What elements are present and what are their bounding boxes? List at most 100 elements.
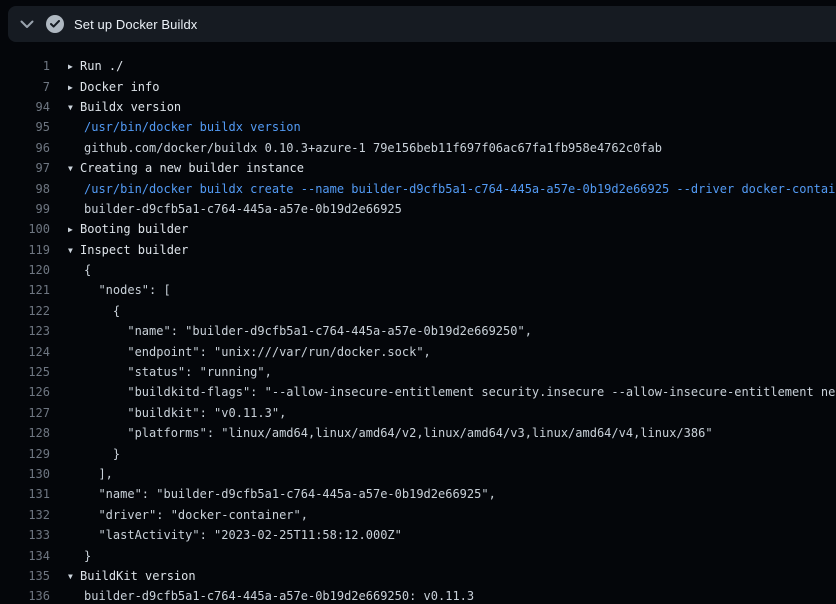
- log-line: 96 github.com/docker/buildx 0.10.3+azure…: [0, 138, 836, 158]
- group-expanded-arrow-icon: ▼: [68, 103, 80, 112]
- log-line-text: }: [68, 549, 91, 563]
- log-line: 95 /usr/bin/docker buildx version: [0, 117, 836, 137]
- log-line-content: "lastActivity": "2023-02-25T11:58:12.000…: [50, 528, 836, 542]
- log-line-text: github.com/docker/buildx 0.10.3+azure-1 …: [68, 141, 662, 155]
- log-line-number[interactable]: 130: [0, 467, 50, 481]
- log-line-number[interactable]: 129: [0, 447, 50, 461]
- log-line-text: "name": "builder-d9cfb5a1-c764-445a-a57e…: [68, 324, 532, 338]
- log-line-text: Inspect builder: [80, 243, 188, 257]
- log-line-number[interactable]: 94: [0, 100, 50, 114]
- log-line-number[interactable]: 119: [0, 243, 50, 257]
- log-line-number[interactable]: 98: [0, 182, 50, 196]
- log-line: 121 "nodes": [: [0, 280, 836, 300]
- log-line-number[interactable]: 124: [0, 345, 50, 359]
- group-expanded-arrow-icon: ▼: [68, 572, 80, 581]
- log-line-text: {: [68, 263, 91, 277]
- log-line-text: Docker info: [80, 80, 159, 94]
- log-line: 127 "buildkit": "v0.11.3",: [0, 403, 836, 423]
- log-line: 123 "name": "builder-d9cfb5a1-c764-445a-…: [0, 321, 836, 341]
- log-line-content: "buildkitd-flags": "--allow-insecure-ent…: [50, 385, 836, 399]
- log-line: 120 {: [0, 260, 836, 280]
- log-line: 129 }: [0, 443, 836, 463]
- log-line-content: github.com/docker/buildx 0.10.3+azure-1 …: [50, 141, 836, 155]
- log-line-content: }: [50, 549, 836, 563]
- group-expanded-arrow-icon: ▼: [68, 164, 80, 173]
- log-line-text: "platforms": "linux/amd64,linux/amd64/v2…: [68, 426, 713, 440]
- log-line: 94 ▼Buildx version: [0, 97, 836, 117]
- log-line: 135 ▼BuildKit version: [0, 566, 836, 586]
- log-line-number[interactable]: 134: [0, 549, 50, 563]
- log-line-text: {: [68, 304, 120, 318]
- log-line-content: /usr/bin/docker buildx version: [50, 120, 836, 134]
- log-group-toggle[interactable]: ▶Booting builder: [50, 222, 836, 236]
- log-line: 131 "name": "builder-d9cfb5a1-c764-445a-…: [0, 484, 836, 504]
- log-line-number[interactable]: 120: [0, 263, 50, 277]
- log-line-content: builder-d9cfb5a1-c764-445a-a57e-0b19d2e6…: [50, 202, 836, 216]
- log-line-content: "status": "running",: [50, 365, 836, 379]
- log-line-number[interactable]: 127: [0, 406, 50, 420]
- log-line-content: {: [50, 304, 836, 318]
- log-line: 136 builder-d9cfb5a1-c764-445a-a57e-0b19…: [0, 586, 836, 604]
- log-line-number[interactable]: 136: [0, 589, 50, 603]
- log-line-number[interactable]: 131: [0, 487, 50, 501]
- log-line-number[interactable]: 121: [0, 283, 50, 297]
- log-line-text: "driver": "docker-container",: [68, 508, 308, 522]
- log-line-number[interactable]: 7: [0, 80, 50, 94]
- log-line-number[interactable]: 95: [0, 120, 50, 134]
- log-line-text: builder-d9cfb5a1-c764-445a-a57e-0b19d2e6…: [68, 202, 402, 216]
- log-line-text: "status": "running",: [68, 365, 272, 379]
- log-line-number[interactable]: 122: [0, 304, 50, 318]
- log-line-text: Buildx version: [80, 100, 181, 114]
- log-line-number[interactable]: 126: [0, 385, 50, 399]
- log-line-text: builder-d9cfb5a1-c764-445a-a57e-0b19d2e6…: [68, 589, 474, 603]
- log-line-text: /usr/bin/docker buildx create --name bui…: [68, 182, 836, 196]
- group-expanded-arrow-icon: ▼: [68, 246, 80, 255]
- step-title: Set up Docker Buildx: [74, 17, 197, 32]
- log-line: 132 "driver": "docker-container",: [0, 505, 836, 525]
- log-line: 100 ▶Booting builder: [0, 219, 836, 239]
- log-line-content: }: [50, 447, 836, 461]
- log-line-number[interactable]: 125: [0, 365, 50, 379]
- log-line: 97 ▼Creating a new builder instance: [0, 158, 836, 178]
- step-header[interactable]: Set up Docker Buildx: [8, 6, 836, 42]
- log-group-toggle[interactable]: ▶Run ./: [50, 59, 836, 73]
- log-line-content: "platforms": "linux/amd64,linux/amd64/v2…: [50, 426, 836, 440]
- log-line-text: "lastActivity": "2023-02-25T11:58:12.000…: [68, 528, 402, 542]
- log-line-number[interactable]: 123: [0, 324, 50, 338]
- log-line-number[interactable]: 96: [0, 141, 50, 155]
- log-line-content: {: [50, 263, 836, 277]
- log-line-content: "nodes": [: [50, 283, 836, 297]
- log-line: 1 ▶Run ./: [0, 56, 836, 76]
- log-line-content: "buildkit": "v0.11.3",: [50, 406, 836, 420]
- log-group-toggle[interactable]: ▼BuildKit version: [50, 569, 836, 583]
- log-group-toggle[interactable]: ▼Buildx version: [50, 100, 836, 114]
- log-line: 133 "lastActivity": "2023-02-25T11:58:12…: [0, 525, 836, 545]
- log-line-text: "name": "builder-d9cfb5a1-c764-445a-a57e…: [68, 487, 496, 501]
- log-line-text: "nodes": [: [68, 283, 171, 297]
- log-group-toggle[interactable]: ▶Docker info: [50, 80, 836, 94]
- log-line: 128 "platforms": "linux/amd64,linux/amd6…: [0, 423, 836, 443]
- log-line-number[interactable]: 97: [0, 161, 50, 175]
- log-line-text: /usr/bin/docker buildx version: [68, 120, 301, 134]
- log-line-number[interactable]: 100: [0, 222, 50, 236]
- log-line-content: "name": "builder-d9cfb5a1-c764-445a-a57e…: [50, 487, 836, 501]
- log-line-number[interactable]: 135: [0, 569, 50, 583]
- log-line-number[interactable]: 99: [0, 202, 50, 216]
- log-line-number[interactable]: 1: [0, 59, 50, 73]
- group-collapsed-arrow-icon: ▶: [68, 62, 80, 71]
- log-line-number[interactable]: 132: [0, 508, 50, 522]
- log-group-toggle[interactable]: ▼Creating a new builder instance: [50, 161, 836, 175]
- log-line-content: builder-d9cfb5a1-c764-445a-a57e-0b19d2e6…: [50, 589, 836, 603]
- log-line: 7 ▶Docker info: [0, 76, 836, 96]
- log-line-text: Creating a new builder instance: [80, 161, 304, 175]
- log-line: 98 /usr/bin/docker buildx create --name …: [0, 178, 836, 198]
- chevron-down-icon: [20, 17, 34, 32]
- log-line: 124 "endpoint": "unix:///var/run/docker.…: [0, 341, 836, 361]
- log-line-number[interactable]: 128: [0, 426, 50, 440]
- log-line: 130 ],: [0, 464, 836, 484]
- collapse-step-button[interactable]: [12, 6, 42, 42]
- group-collapsed-arrow-icon: ▶: [68, 225, 80, 234]
- log-group-toggle[interactable]: ▼Inspect builder: [50, 243, 836, 257]
- log-lines: 1 ▶Run ./ 7 ▶Docker info 94 ▼Buildx vers…: [0, 42, 836, 604]
- log-line-number[interactable]: 133: [0, 528, 50, 542]
